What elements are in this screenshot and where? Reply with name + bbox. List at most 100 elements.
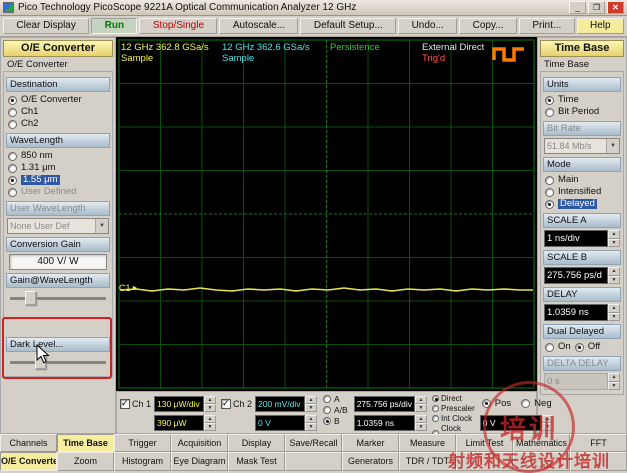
delay-spinner[interactable]: 1.0359 ns ▲ ▼ (544, 304, 620, 321)
menu-tdr-tdt[interactable]: TDR / TDT (399, 452, 456, 471)
menu-histogram[interactable]: Histogram (114, 452, 171, 471)
radio-units-time[interactable]: Time (543, 94, 621, 106)
stop-single-button[interactable]: Stop/Single (139, 18, 218, 34)
menu-save-recall[interactable]: Save/Recall (285, 434, 342, 452)
maximize-button[interactable]: ❐ (588, 1, 605, 14)
spin-down-icon[interactable]: ▼ (415, 403, 427, 412)
ch2-scale-spinner[interactable]: 200 mV/div ▲ ▼ (255, 395, 317, 412)
minimize-button[interactable]: _ (569, 1, 586, 14)
dark-level-section-label: Dark Level... (6, 337, 110, 352)
spin-down-icon[interactable]: ▼ (204, 422, 216, 431)
radio-trigger-prescaler[interactable]: Prescaler (432, 404, 475, 413)
radio-destination-oe-converter[interactable]: O/E Converter (6, 94, 110, 106)
radio-mode-intensified[interactable]: Intensified (543, 186, 621, 198)
menu-limit-test[interactable]: Limit Test (456, 434, 513, 452)
menu-trigger[interactable]: Trigger (114, 434, 171, 452)
user-wavelength-select[interactable]: None User Def ▼ (7, 218, 109, 234)
radio-wavelength-1-31um[interactable]: 1.31 μm (6, 162, 110, 174)
scale-a-spinner[interactable]: 1 ns/div ▲ ▼ (544, 230, 620, 247)
menu-display[interactable]: Display (228, 434, 285, 452)
chevron-down-icon: ▼ (95, 219, 108, 233)
menu-generators[interactable]: Generators (342, 452, 399, 471)
slider-handle[interactable] (25, 291, 37, 305)
menu-time-base[interactable]: Time Base (57, 434, 114, 452)
spin-up-icon[interactable]: ▲ (541, 414, 554, 423)
timebase-delay-spinner[interactable]: 1.0359 ns ▲ ▼ (353, 414, 427, 431)
run-button[interactable]: Run (91, 18, 138, 34)
spin-down-icon[interactable]: ▼ (204, 403, 216, 412)
radio-dual-delayed-on[interactable]: On (543, 341, 573, 353)
spin-up-icon[interactable]: ▲ (415, 414, 427, 423)
radio-wavelength-1-55um[interactable]: 1.55 μm (6, 174, 110, 186)
radio-slope-neg[interactable]: Neg (519, 398, 553, 410)
spin-up-icon[interactable]: ▲ (415, 395, 427, 404)
autoscale-button[interactable]: Autoscale... (219, 18, 299, 34)
menu-oe-converter[interactable]: O/E Converter (0, 452, 57, 471)
menu-mask-test[interactable]: Mask Test (228, 452, 285, 471)
spin-up-icon[interactable]: ▲ (305, 414, 317, 423)
radio-slope-pos[interactable]: Pos (480, 398, 513, 410)
trigger-level-spinner[interactable]: 0 V ▲ ▼ (479, 414, 554, 431)
spin-up-icon[interactable]: ▲ (608, 230, 620, 239)
spin-down-icon[interactable]: ▼ (608, 275, 620, 284)
menu-channels[interactable]: Channels (0, 434, 57, 452)
scale-b-spinner[interactable]: 275.756 ps/d ▲ ▼ (544, 267, 620, 284)
spin-down-icon[interactable]: ▼ (305, 422, 317, 431)
radio-destination-ch1[interactable]: Ch1 (6, 106, 110, 118)
ch2-enable[interactable]: Ch 2 (221, 398, 253, 409)
menu-measure[interactable]: Measure (399, 434, 456, 452)
radio-timebase-b[interactable]: B (322, 416, 349, 426)
menu-mathematics[interactable]: Mathematics (513, 434, 570, 452)
menu-eye-diagram[interactable]: Eye Diagram (171, 452, 228, 471)
menu-zoom[interactable]: Zoom (57, 452, 114, 471)
spin-down-icon[interactable]: ▼ (608, 312, 620, 321)
default-setup-button[interactable]: Default Setup... (300, 18, 397, 34)
radio-destination-ch2[interactable]: Ch2 (6, 118, 110, 130)
timebase-scale-spinner[interactable]: 275.756 ps/div ▲ ▼ (353, 395, 427, 412)
clear-display-button[interactable]: Clear Display (3, 18, 90, 34)
spin-down-icon[interactable]: ▼ (608, 238, 620, 247)
dark-level-slider[interactable] (10, 354, 106, 371)
spin-down-icon[interactable]: ▼ (541, 422, 554, 431)
spin-up-icon[interactable]: ▲ (305, 395, 317, 404)
print-button[interactable]: Print... (518, 18, 575, 34)
bit-rate-select[interactable]: 51.84 Mb/s ▼ (544, 138, 620, 154)
radio-units-bit-period[interactable]: Bit Period (543, 106, 621, 118)
delta-delay-spinner[interactable]: 0 s ▲ ▼ (544, 373, 620, 390)
radio-timebase-a-b[interactable]: A/B (322, 405, 349, 415)
undo-button[interactable]: Undo... (398, 18, 458, 34)
help-button[interactable]: Help (576, 18, 624, 34)
spin-up-icon[interactable]: ▲ (608, 304, 620, 313)
slider-handle[interactable] (34, 355, 46, 369)
titlebar: Pico Technology PicoScope 9221A Optical … (0, 0, 627, 16)
radio-wavelength-850nm[interactable]: 850 nm (6, 150, 110, 162)
copy-button[interactable]: Copy... (459, 18, 517, 34)
gain-at-wavelength-slider[interactable] (10, 290, 106, 307)
close-button[interactable]: ✕ (607, 1, 624, 14)
dual-delayed-section-label: Dual Delayed (543, 324, 621, 339)
menu-marker[interactable]: Marker (342, 434, 399, 452)
radio-mode-main[interactable]: Main (543, 174, 621, 186)
radio-wavelength-user-defined[interactable]: User Defined (6, 186, 110, 198)
units-section-label: Units (543, 77, 621, 92)
radio-dual-delayed-off[interactable]: Off (573, 341, 603, 353)
menu-acquisition[interactable]: Acquisition (171, 434, 228, 452)
radio-timebase-a[interactable]: A (322, 394, 349, 404)
trace-marker-icon: ► (131, 285, 139, 292)
radio-trigger-int-clock[interactable]: Int Clock (432, 414, 475, 423)
radio-mode-delayed[interactable]: Delayed (543, 198, 621, 210)
ch1-offset-spinner[interactable]: 390 μW ▲ ▼ (154, 414, 216, 431)
radio-trigger-direct[interactable]: Direct (432, 394, 475, 403)
ch2-offset-spinner[interactable]: 0 V ▲ ▼ (255, 414, 317, 431)
spin-down-icon[interactable]: ▼ (305, 403, 317, 412)
spin-down-icon[interactable]: ▼ (415, 422, 427, 431)
ch1-scale-spinner[interactable]: 130 μW/div ▲ ▼ (154, 395, 216, 412)
radio-icon (323, 417, 331, 425)
menu-fft[interactable]: FFT (570, 434, 627, 452)
spin-up-icon[interactable]: ▲ (204, 414, 216, 423)
spin-down-icon: ▼ (608, 381, 620, 390)
spin-up-icon[interactable]: ▲ (204, 395, 216, 404)
timebase-group-box: Units Time Bit Period Bit Rate 51.84 Mb/… (540, 71, 624, 395)
spin-up-icon[interactable]: ▲ (608, 267, 620, 276)
ch1-enable[interactable]: Ch 1 (120, 398, 152, 409)
